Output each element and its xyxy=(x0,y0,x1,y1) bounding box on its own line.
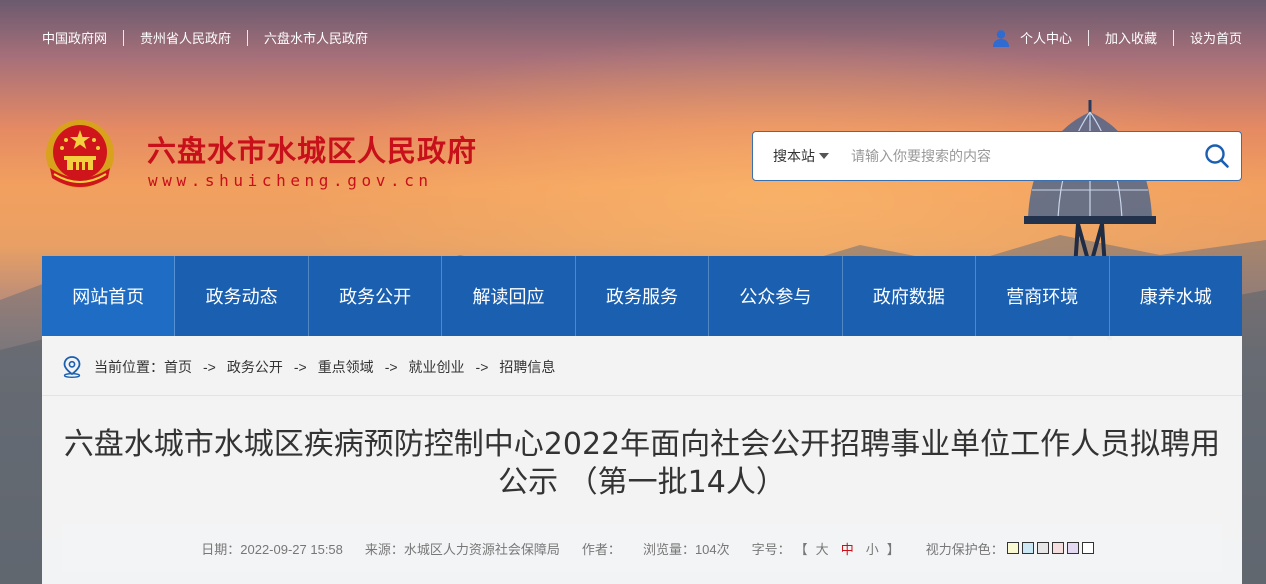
swatch-blue[interactable] xyxy=(1021,542,1034,554)
location-pin-icon xyxy=(63,356,81,378)
breadcrumb-key-areas[interactable]: 重点领域 xyxy=(318,357,374,377)
article-title-line-1: 六盘水城市水城区疾病预防控制中心2022年面向社会公开招聘事业单位工作人员拟聘用 xyxy=(63,427,1221,462)
font-size-small-button[interactable]: 小 xyxy=(866,539,879,558)
view-count: 浏览量：104次 xyxy=(642,541,730,557)
main-navigation: 网站首页 政务动态 政务公开 解读回应 政务服务 公众参与 政府数据 营商环境 … xyxy=(42,256,1242,336)
font-size-large-button[interactable]: 大 xyxy=(816,539,829,558)
breadcrumb-government-disclosure[interactable]: 政务公开 xyxy=(227,357,283,377)
search-input[interactable] xyxy=(839,132,1193,180)
article-meta-bar: 日期：2022-09-27 15:58 来源：水城区人力资源社会保障局 作者： … xyxy=(62,524,1222,572)
link-liupanshui-government[interactable]: 六盘水市人民政府 xyxy=(264,28,368,47)
breadcrumb-separator: -> xyxy=(293,359,307,375)
site-url: www.shuicheng.gov.cn xyxy=(148,171,433,190)
caret-down-icon xyxy=(819,153,829,159)
article-source: 来源：水城区人力资源社会保障局 xyxy=(364,541,560,557)
add-favorite-link[interactable]: 加入收藏 xyxy=(1105,28,1157,47)
link-central-government[interactable]: 中国政府网 xyxy=(42,28,107,47)
nav-item-home[interactable]: 网站首页 xyxy=(42,256,176,336)
breadcrumb-home[interactable]: 首页 xyxy=(164,357,192,377)
article-title: 六盘水城市水城区疾病预防控制中心2022年面向社会公开招聘事业单位工作人员拟聘用… xyxy=(62,426,1222,502)
separator xyxy=(247,29,249,46)
article-author: 作者： xyxy=(581,541,621,557)
separator xyxy=(123,29,125,46)
breadcrumb: 当前位置： 首页 -> 政务公开 -> 重点领域 -> 就业创业 -> 招聘信息 xyxy=(62,356,555,378)
set-homepage-link[interactable]: 设为首页 xyxy=(1190,28,1242,47)
font-size-switcher: 字号： 【 大 中 小 】 xyxy=(752,539,904,558)
nav-item-government-services[interactable]: 政务服务 xyxy=(576,256,710,336)
font-size-medium-button[interactable]: 中 xyxy=(841,539,854,558)
search-scope-label: 搜本站 xyxy=(773,148,815,164)
search-scope-dropdown[interactable]: 搜本站 xyxy=(753,146,839,166)
swatch-gray[interactable] xyxy=(1036,542,1049,554)
nav-item-government-news[interactable]: 政务动态 xyxy=(175,256,309,336)
separator xyxy=(1087,29,1089,46)
eye-protect-label: 视力保护色： xyxy=(925,541,1004,557)
separator xyxy=(1172,29,1174,46)
swatch-yellow[interactable] xyxy=(1006,542,1019,554)
link-guizhou-government[interactable]: 贵州省人民政府 xyxy=(140,28,231,47)
top-utility-bar: 中国政府网 贵州省人民政府 六盘水市人民政府 个人中心 加入收藏 设为首页 xyxy=(42,28,1242,48)
breadcrumb-separator: -> xyxy=(203,359,216,375)
search-button[interactable] xyxy=(1193,132,1241,180)
publish-date: 日期：2022-09-27 15:58 xyxy=(201,541,343,557)
site-title[interactable]: 六盘水市水城区人民政府 xyxy=(147,128,477,170)
bracket-open: 【 xyxy=(794,541,808,557)
breadcrumb-recruitment[interactable]: 招聘信息 xyxy=(499,357,555,377)
swatch-purple[interactable] xyxy=(1066,542,1079,554)
bracket-close: 】 xyxy=(886,541,900,557)
breadcrumb-employment[interactable]: 就业创业 xyxy=(409,357,465,377)
swatch-pink[interactable] xyxy=(1051,542,1064,554)
article-title-line-2: 公示 （第一批14人） xyxy=(498,465,786,500)
breadcrumb-label: 当前位置： xyxy=(94,359,164,375)
nav-item-government-disclosure[interactable]: 政务公开 xyxy=(309,256,443,336)
font-size-label: 字号： xyxy=(751,541,791,557)
search-box: 搜本站 xyxy=(752,131,1242,181)
nav-item-interpretation[interactable]: 解读回应 xyxy=(442,256,576,336)
breadcrumb-separator: -> xyxy=(475,359,489,375)
national-emblem-icon xyxy=(46,120,114,188)
divider xyxy=(42,395,1242,396)
swatch-white[interactable] xyxy=(1081,542,1094,554)
nav-item-wellness-shuicheng[interactable]: 康养水城 xyxy=(1110,256,1242,336)
search-icon xyxy=(1205,144,1229,168)
content-panel: 当前位置： 首页 -> 政务公开 -> 重点领域 -> 就业创业 -> 招聘信息… xyxy=(42,336,1242,584)
user-center-link[interactable]: 个人中心 xyxy=(1020,28,1072,47)
eye-protect-switcher: 视力保护色： xyxy=(926,539,1094,558)
nav-item-business-environment[interactable]: 营商环境 xyxy=(976,256,1110,336)
user-icon xyxy=(992,29,1009,47)
nav-item-government-data[interactable]: 政府数据 xyxy=(843,256,977,336)
breadcrumb-separator: -> xyxy=(384,359,398,375)
nav-item-public-participation[interactable]: 公众参与 xyxy=(709,256,843,336)
